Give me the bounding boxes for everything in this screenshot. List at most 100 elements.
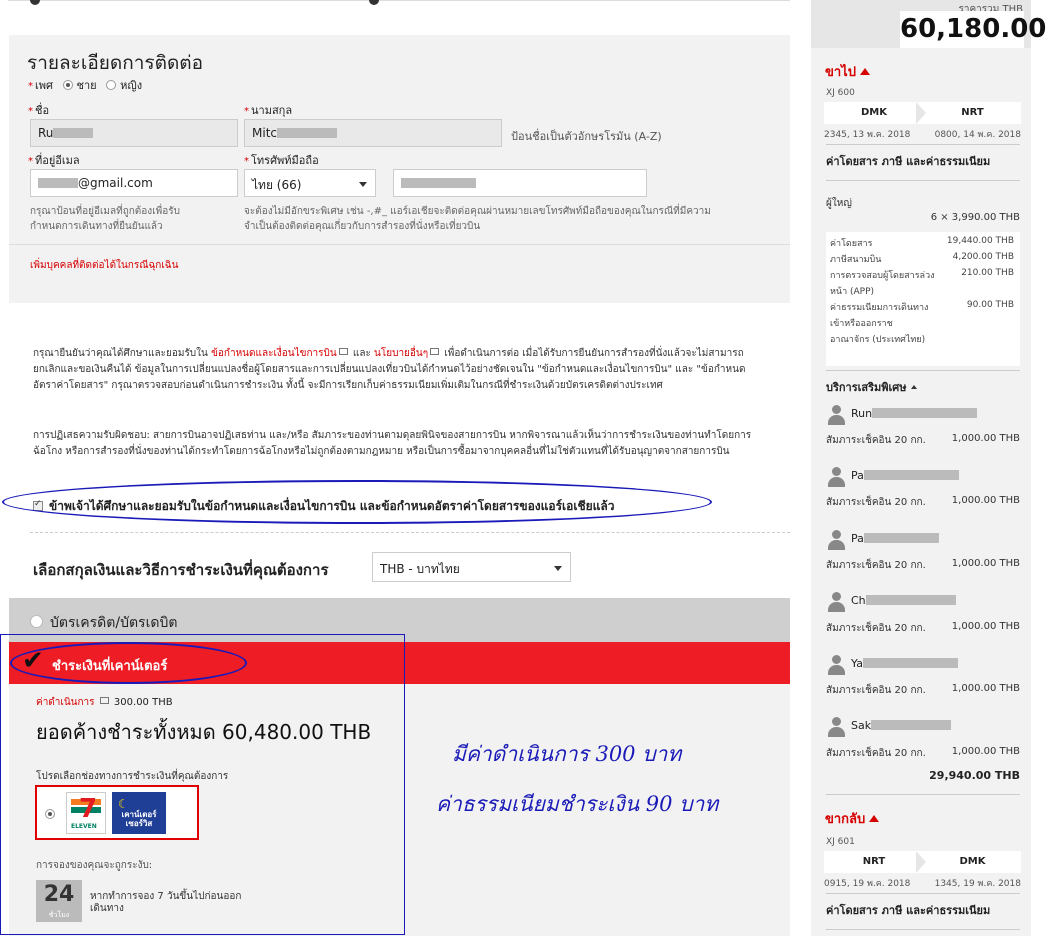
currency-select[interactable]: THB - บาทไทย xyxy=(372,552,571,582)
user-icon xyxy=(828,405,845,425)
terms-paragraph: กรุณายืนยันว่าคุณได้ศึกษาและยอมรับใน ข้อ… xyxy=(33,348,746,391)
chevron-down-icon xyxy=(554,566,562,571)
divider xyxy=(826,929,1020,930)
redacted-block xyxy=(38,178,78,188)
fee-amount: 90.00 THB xyxy=(966,300,1014,310)
phone-label: โทรศัพท์มือถือ xyxy=(251,154,319,167)
last-name-label: นามสกุล xyxy=(251,104,293,117)
info-icon[interactable] xyxy=(30,0,40,5)
passenger-name: Ya xyxy=(851,657,958,670)
passenger-name: Sak xyxy=(851,719,952,732)
outbound-flight-number: XJ 600 xyxy=(826,88,855,98)
phone-country-select[interactable]: ไทย (66) xyxy=(244,169,376,197)
add-emergency-contact-link[interactable]: เพิ่มบุคคลที่ติดต่อได้ในกรณีฉุกเฉิน xyxy=(30,258,178,273)
divider xyxy=(9,244,790,245)
redacted-block xyxy=(863,470,959,480)
info-icon[interactable] xyxy=(369,0,379,5)
total-price-value: 60,180.00 xyxy=(900,11,1046,48)
contact-details-title: รายละเอียดการติดต่อ xyxy=(27,52,204,74)
passenger-name: Ch xyxy=(851,594,956,607)
first-name-label-wrap: * ชื่อ xyxy=(28,104,50,117)
divider xyxy=(826,144,1020,145)
outbound-times: 2345, 13 พ.ค. 2018 0800, 14 พ.ค. 2018 xyxy=(824,130,1021,140)
baggage-row: สัมภาระเช็คอิน 20 กก. 1,000.00 THB xyxy=(826,621,1020,634)
currency-value: THB - บาทไทย xyxy=(380,562,460,576)
return-times: 0915, 19 พ.ค. 2018 1345, 19 พ.ค. 2018 xyxy=(824,879,1021,889)
credit-card-radio[interactable] xyxy=(30,615,43,628)
annotation-box xyxy=(0,634,405,935)
annotation-text: มีค่าดำเนินการ 300 บาท xyxy=(452,742,682,766)
redacted-block xyxy=(872,408,978,418)
divider xyxy=(30,532,790,533)
credit-card-label[interactable]: บัตรเครดิต/บัตรเดบิต xyxy=(50,612,177,634)
chevron-down-icon xyxy=(359,182,367,187)
redacted-block xyxy=(862,658,958,668)
redacted-block xyxy=(277,128,337,138)
gender-female-radio[interactable] xyxy=(106,80,117,90)
last-name-value: Mitc xyxy=(252,126,277,140)
collapse-icon xyxy=(859,68,870,75)
divider xyxy=(826,794,1020,795)
first-name-value: Ru xyxy=(38,126,54,140)
collapse-icon xyxy=(869,815,880,822)
passenger-name: Pa xyxy=(851,469,959,482)
fee-amount: 19,440.00 THB xyxy=(946,236,1014,246)
gender-row: * เพศ ชาย หญิง xyxy=(28,79,143,92)
user-icon xyxy=(828,717,845,737)
email-value: @gmail.com xyxy=(78,176,153,190)
redacted-block xyxy=(865,595,956,605)
outbound-header[interactable]: ขาไป xyxy=(825,61,870,82)
redacted-block xyxy=(871,720,952,730)
outbound-route: DMK NRT xyxy=(824,102,1021,124)
last-name-label-wrap: * นามสกุล xyxy=(244,104,293,117)
email-hint: กรุณาป้อนที่อยู่อีเมลที่ถูกต้องเพื่อรับก… xyxy=(30,206,180,232)
external-link-icon xyxy=(430,348,440,355)
first-name-field[interactable]: Ru xyxy=(30,119,238,147)
email-label-wrap: * ที่อยู่อีเมล xyxy=(28,154,80,167)
first-name-label: ชื่อ xyxy=(35,104,50,117)
fee-amount: 210.00 THB xyxy=(961,268,1014,278)
gender-female-label[interactable]: หญิง xyxy=(120,79,142,92)
annotation-text: ค่าธรรมเนียมชำระเงิน 90 บาท xyxy=(436,792,719,816)
top-divider xyxy=(8,0,790,1)
return-header[interactable]: ขากลับ xyxy=(825,808,880,829)
external-link-icon xyxy=(338,348,348,355)
baggage-row: สัมภาระเช็คอิน 20 กก. 1,000.00 THB xyxy=(826,495,1020,508)
adult-fare-calc: 6 × 3,990.00 THB xyxy=(930,212,1020,223)
last-name-field[interactable]: Mitc xyxy=(244,119,502,147)
user-icon xyxy=(828,467,845,487)
currency-section-title: เลือกสกุลเงินและวิธีการชำระเงินที่คุณต้อ… xyxy=(33,561,329,579)
adult-label: ผู้ใหญ่ xyxy=(826,198,852,209)
baggage-row: สัมภาระเช็คอิน 20 กก. 1,000.00 THB xyxy=(826,683,1020,696)
baggage-row: สัมภาระเช็คอิน 20 กก. 1,000.00 THB xyxy=(826,558,1020,571)
email-field[interactable]: @gmail.com xyxy=(30,169,238,197)
phone-country-value: ไทย (66) xyxy=(252,178,302,192)
gender-male-radio[interactable] xyxy=(62,80,73,90)
fee-amount: 4,200.00 THB xyxy=(952,252,1014,262)
annotation-oval xyxy=(2,480,712,524)
divider xyxy=(826,180,1020,181)
divider xyxy=(826,893,1020,894)
phone-hint: จะต้องไม่มีอักขระพิเศษ เช่น -,#_ แอร์เอเ… xyxy=(244,206,711,232)
other-policies-link[interactable]: นโยบายอื่นๆ xyxy=(374,348,428,359)
gender-male-label[interactable]: ชาย xyxy=(77,79,97,92)
collapse-icon xyxy=(910,385,917,389)
user-icon xyxy=(828,592,845,612)
baggage-row: สัมภาระเช็คอิน 20 กก. 1,000.00 THB xyxy=(826,746,1020,759)
user-icon xyxy=(828,655,845,675)
divider xyxy=(826,370,1020,371)
disclaimer-paragraph: การปฏิเสธความรับผิดชอบ: สายการบินอาจปฏิเ… xyxy=(33,430,752,457)
outbound-fare-title: ค่าโดยสาร ภาษี และค่าธรรมเนียม xyxy=(826,155,991,168)
phone-number-field[interactable] xyxy=(393,169,647,197)
user-icon xyxy=(828,530,845,550)
flight-terms-link[interactable]: ข้อกำหนดและเงื่อนไขการบิน xyxy=(211,348,337,359)
extras-header[interactable]: บริการเสริมพิเศษ xyxy=(826,378,917,396)
name-hint: ป้อนชื่อเป็นตัวอักษรโรมัน (A-Z) xyxy=(511,130,662,143)
phone-label-wrap: * โทรศัพท์มือถือ xyxy=(244,154,319,167)
gender-label: เพศ xyxy=(35,79,53,92)
return-route: NRT DMK xyxy=(824,851,1021,873)
passenger-name: Pa xyxy=(851,532,939,545)
baggage-row: สัมภาระเช็คอิน 20 กก. 1,000.00 THB xyxy=(826,433,1020,446)
redacted-block xyxy=(863,533,939,543)
passenger-name: Run xyxy=(851,407,978,420)
